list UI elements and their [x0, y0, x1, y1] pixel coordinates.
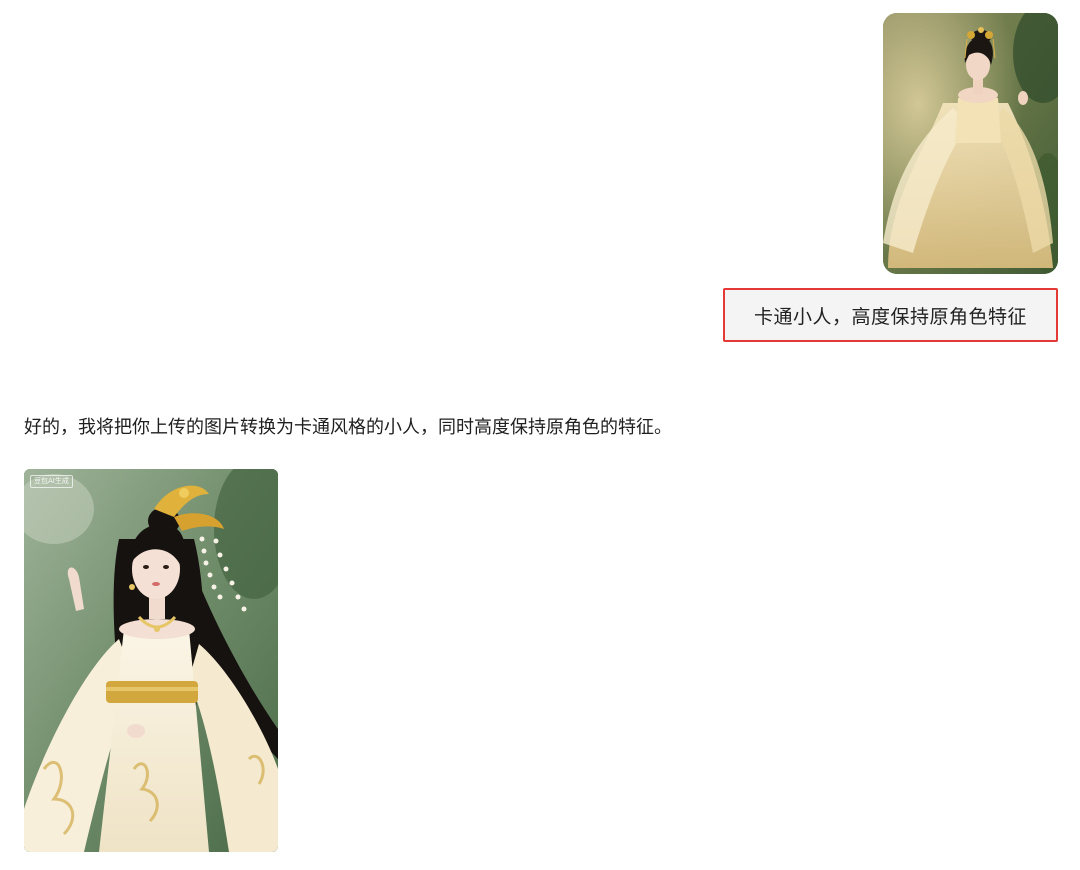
- assistant-generated-image[interactable]: 豆包AI生成: [24, 469, 278, 852]
- ai-generated-watermark: 豆包AI生成: [30, 475, 73, 488]
- cartoon-hanfu-illustration: [24, 469, 278, 852]
- user-uploaded-image[interactable]: [883, 13, 1058, 274]
- user-message-bubble: 卡通小人，高度保持原角色特征: [723, 288, 1058, 342]
- user-message-text: 卡通小人，高度保持原角色特征: [753, 305, 1027, 328]
- hanfu-photo-illustration: [883, 13, 1058, 274]
- assistant-message-text: 好的，我将把你上传的图片转换为卡通风格的小人，同时高度保持原角色的特征。: [24, 417, 672, 438]
